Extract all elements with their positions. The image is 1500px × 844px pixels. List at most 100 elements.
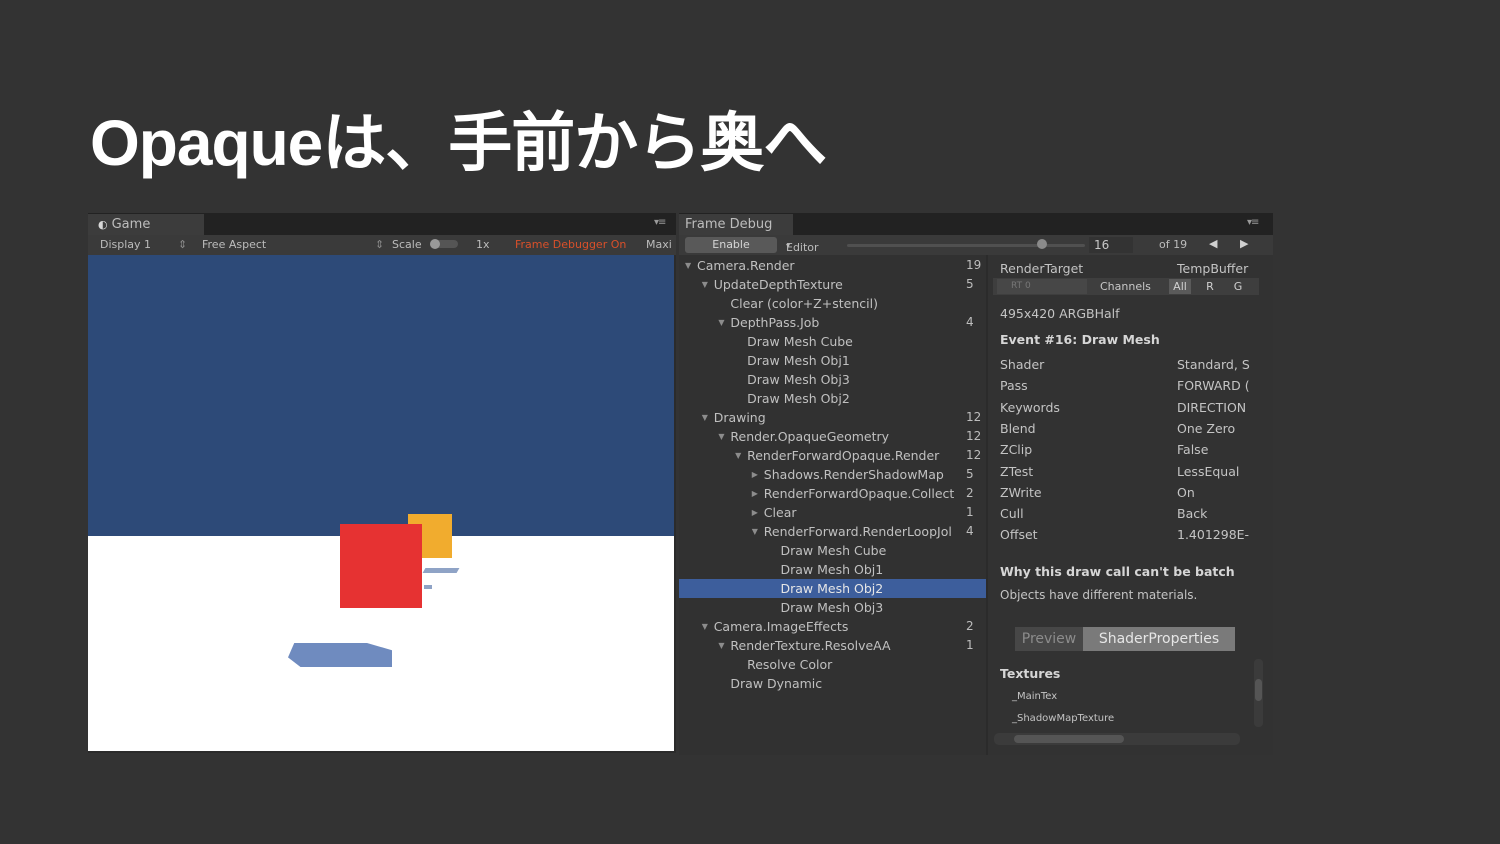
display-dropdown[interactable]: Display 1: [100, 238, 151, 251]
tree-row[interactable]: Draw Mesh Cube: [679, 332, 986, 351]
prev-event-icon[interactable]: ◀: [1209, 237, 1217, 250]
expand-down-icon[interactable]: ▼: [702, 408, 708, 427]
tree-row[interactable]: Draw Mesh Obj3: [679, 370, 986, 389]
enable-button[interactable]: Enable: [685, 237, 777, 253]
maximize-on-play-toggle[interactable]: Maxi: [646, 238, 672, 251]
channel-all-button[interactable]: All: [1169, 279, 1191, 294]
tab-preview[interactable]: Preview: [1015, 627, 1083, 651]
tree-row[interactable]: ▼ RenderForward.RenderLoopJol 4: [679, 522, 986, 541]
tree-row[interactable]: ▼ Camera.ImageEffects 2: [679, 617, 986, 636]
expand-right-icon[interactable]: ▶: [752, 465, 758, 484]
cube-shadow: [422, 568, 460, 573]
tree-row[interactable]: ▼ RenderTexture.ResolveAA 1: [679, 636, 986, 655]
frame-debug-toolbar: Enable Editor ▾ 16 of 19 ◀ ▶: [679, 235, 1273, 255]
game-toolbar: Display 1 ⇕ Free Aspect ⇕ Scale 1x Frame…: [88, 235, 676, 255]
tree-row-label: Draw Mesh Cube: [747, 334, 853, 349]
tree-row[interactable]: ▼ RenderForwardOpaque.Render 12: [679, 446, 986, 465]
tree-row[interactable]: Draw Dynamic: [679, 674, 986, 693]
event-number-field[interactable]: 16: [1089, 237, 1133, 253]
panel-menu-icon[interactable]: ▾≡: [1247, 217, 1259, 228]
tree-row[interactable]: Draw Mesh Obj3: [679, 598, 986, 617]
render-target-dropdown[interactable]: RT 0: [997, 279, 1087, 294]
expand-down-icon[interactable]: ▼: [752, 522, 758, 541]
tree-row-label: Draw Dynamic: [730, 676, 823, 691]
batch-heading: Why this draw call can't be batch: [1000, 564, 1235, 579]
render-state-key: ZClip: [1000, 442, 1033, 458]
expand-right-icon[interactable]: ▶: [752, 484, 758, 503]
tree-row-count: 5: [966, 277, 974, 291]
channel-g-button[interactable]: G: [1227, 279, 1249, 294]
frame-debugger-status: Frame Debugger On: [515, 238, 627, 251]
render-state-value: On: [1177, 484, 1195, 500]
tree-row-label: Draw Mesh Obj3: [747, 372, 850, 387]
tree-row[interactable]: Draw Mesh Cube: [679, 541, 986, 560]
texture-item: _ShadowMapTexture: [1012, 713, 1115, 724]
tree-row-label: RenderForward.RenderLoopJol: [763, 524, 952, 539]
tab-game[interactable]: ◐ Game: [88, 214, 204, 235]
tree-row[interactable]: ▼ Render.OpaqueGeometry 12: [679, 427, 986, 446]
tree-row[interactable]: Draw Mesh Obj1: [679, 351, 986, 370]
tree-row-label: Draw Mesh Cube: [780, 543, 887, 558]
aspect-dropdown-arrow-icon: ⇕: [375, 238, 385, 251]
expand-right-icon[interactable]: ▶: [752, 503, 758, 522]
tree-row-count: 12: [966, 429, 982, 443]
tree-row[interactable]: Clear (color+Z+stencil): [679, 294, 986, 313]
expand-down-icon[interactable]: ▼: [702, 275, 708, 294]
expand-down-icon[interactable]: ▼: [718, 427, 724, 446]
chevron-down-icon: ▾: [786, 241, 791, 250]
tree-row-count: 2: [966, 486, 974, 500]
tree-row-count: 12: [966, 410, 982, 424]
tree-row[interactable]: Resolve Color: [679, 655, 986, 674]
tab-shader-properties[interactable]: ShaderProperties: [1083, 627, 1235, 651]
render-state-key: Blend: [1000, 420, 1036, 436]
tree-row-label: Clear (color+Z+stencil): [730, 296, 878, 311]
render-state-value: False: [1177, 442, 1209, 458]
expand-down-icon[interactable]: ▼: [685, 256, 691, 275]
tree-row-label: Camera.ImageEffects: [713, 619, 849, 634]
render-state-key: ZWrite: [1000, 484, 1042, 500]
tree-row-count: 1: [966, 638, 974, 652]
expand-down-icon[interactable]: ▼: [718, 313, 724, 332]
event-slider-handle[interactable]: [1037, 239, 1047, 249]
tree-row[interactable]: ▼ DepthPass.Job 4: [679, 313, 986, 332]
render-state-value: FORWARD (: [1177, 378, 1250, 394]
tree-row-label: Draw Mesh Obj3: [780, 600, 884, 615]
tree-row[interactable]: ▼ UpdateDepthTexture 5: [679, 275, 986, 294]
texture-item: _MainTex: [1012, 691, 1058, 702]
tree-row[interactable]: Draw Mesh Obj1: [679, 560, 986, 579]
tree-row-label: RenderForwardOpaque.Collect: [763, 486, 955, 501]
expand-down-icon[interactable]: ▼: [735, 446, 741, 465]
render-state-key: Pass: [1000, 378, 1028, 394]
render-state-key: Cull: [1000, 506, 1024, 522]
render-target-value[interactable]: TempBuffer: [1177, 261, 1248, 276]
tree-row-count: 4: [966, 315, 974, 329]
tab-frame-debug[interactable]: Frame Debug: [679, 214, 793, 235]
textures-heading: Textures: [1000, 666, 1061, 681]
tree-row[interactable]: ▼ Camera.Render 19: [679, 256, 986, 275]
event-tree: ▼ Camera.Render 19 ▼ UpdateDepthTexture 5 Clea…: [679, 255, 986, 755]
tree-row-label: Draw Mesh Obj2: [780, 581, 884, 596]
tree-row-label: Shadows.RenderShadowMap: [763, 467, 944, 482]
expand-down-icon[interactable]: ▼: [702, 617, 708, 636]
event-slider-track[interactable]: [847, 244, 1085, 247]
tree-row[interactable]: Draw Mesh Obj2: [679, 389, 986, 408]
tree-row-count: 1: [966, 505, 974, 519]
event-total: of 19: [1159, 238, 1188, 251]
expand-down-icon[interactable]: ▼: [718, 636, 724, 655]
next-event-icon[interactable]: ▶: [1240, 237, 1248, 250]
tree-row[interactable]: ▶ Clear 1: [679, 503, 986, 522]
aspect-dropdown[interactable]: Free Aspect: [202, 238, 266, 251]
panel-menu-icon[interactable]: ▾≡: [654, 217, 666, 228]
game-viewport[interactable]: [88, 255, 674, 751]
vertical-scrollbar[interactable]: [1254, 659, 1263, 727]
horizontal-scrollbar[interactable]: [994, 733, 1240, 745]
tree-row[interactable]: ▶ RenderForwardOpaque.Collect 2: [679, 484, 986, 503]
render-state-value: 1.401298E-: [1177, 527, 1250, 543]
tree-row[interactable]: ▶ Shadows.RenderShadowMap 5: [679, 465, 986, 484]
tree-row-label: UpdateDepthTexture: [713, 277, 843, 292]
channel-r-button[interactable]: R: [1199, 279, 1221, 294]
scale-slider[interactable]: [430, 239, 458, 249]
tree-row[interactable]: Draw Mesh Obj2: [679, 579, 986, 598]
tree-row-count: 2: [966, 619, 974, 633]
tree-row[interactable]: ▼ Drawing 12: [679, 408, 986, 427]
